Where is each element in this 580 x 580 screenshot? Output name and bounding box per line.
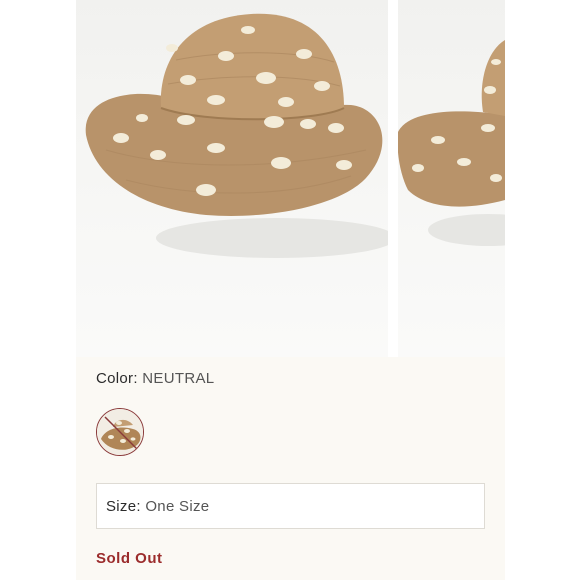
color-label: Color: (96, 370, 138, 387)
color-swatch-neutral[interactable] (96, 408, 144, 456)
size-selector-text: Size: One Size (106, 498, 209, 515)
hat-crown-side (481, 40, 505, 116)
product-image-secondary[interactable] (398, 0, 505, 357)
product-image-main[interactable] (76, 0, 388, 357)
left-margin (0, 0, 76, 580)
color-value: NEUTRAL (142, 370, 215, 387)
product-image-gallery[interactable] (76, 0, 505, 357)
product-info-panel: Color: NEUTRAL Size: One Size Sold Out (76, 357, 505, 580)
product-page: Color: NEUTRAL Size: One Size Sold Out (0, 0, 580, 580)
color-selection-label: Color: NEUTRAL (96, 370, 214, 387)
sold-out-status: Sold Out (96, 550, 163, 567)
right-margin (505, 0, 580, 580)
hat-shadow (156, 218, 388, 258)
size-selector[interactable]: Size: One Size (96, 483, 485, 529)
size-value: One Size (145, 498, 210, 515)
size-label: Size: (106, 498, 141, 515)
